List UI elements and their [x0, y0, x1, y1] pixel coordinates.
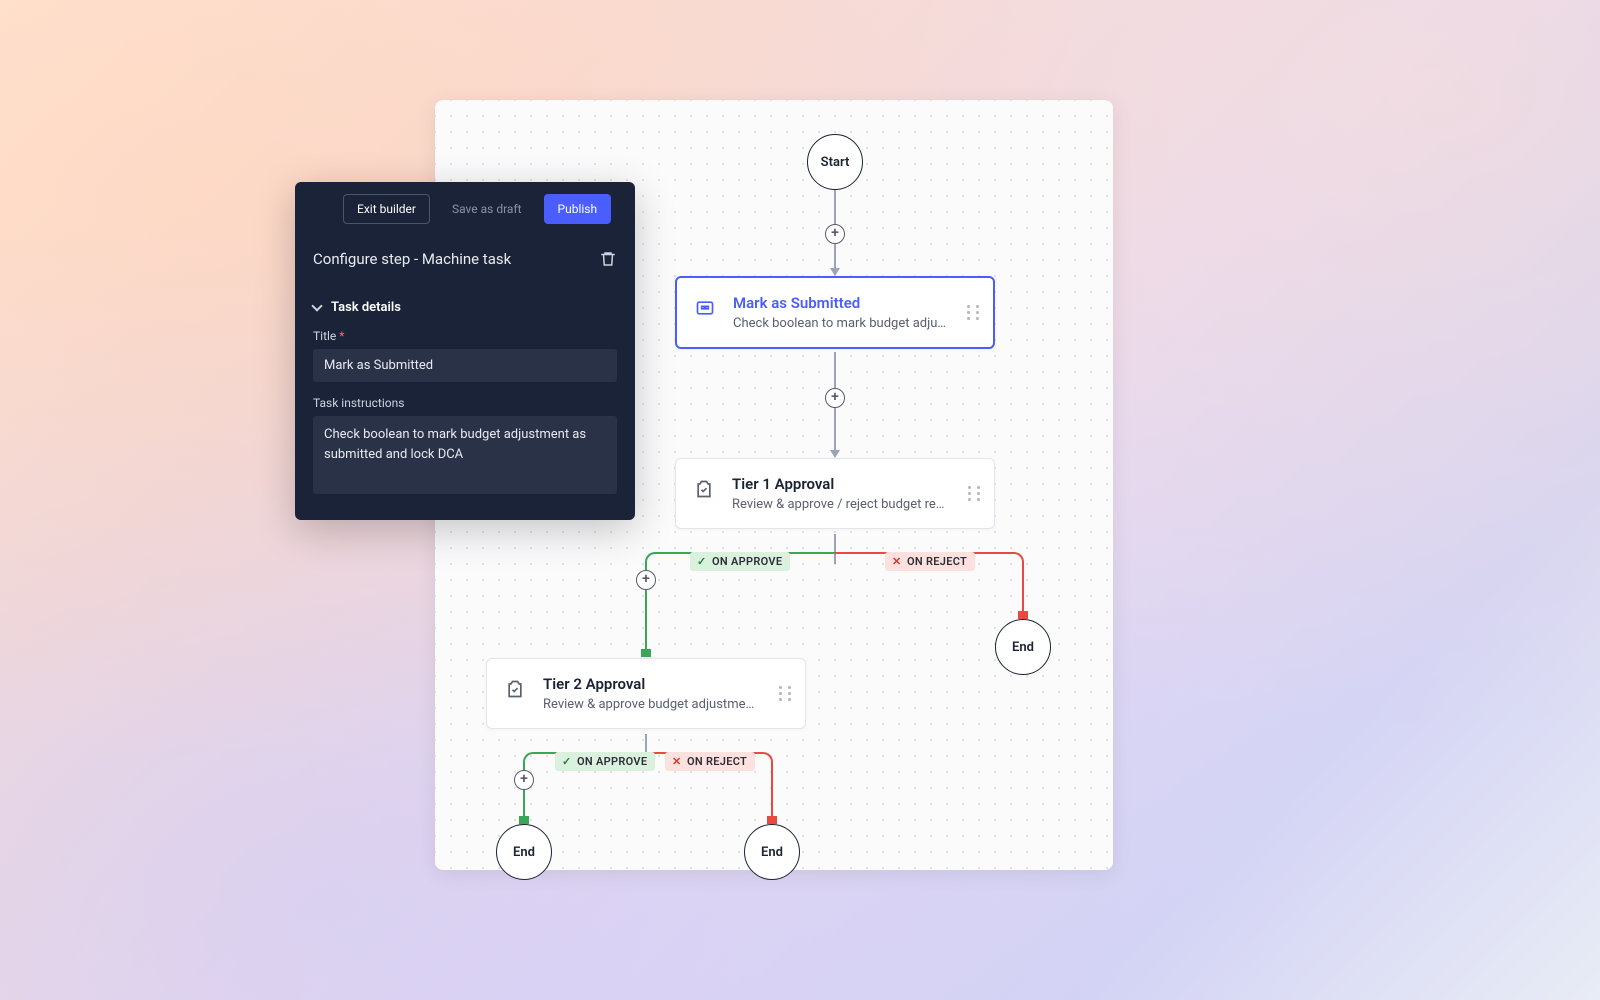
- node-title: Tier 2 Approval: [543, 675, 761, 693]
- end-label: End: [1012, 640, 1034, 655]
- instructions-textarea[interactable]: [313, 416, 617, 494]
- add-step-button[interactable]: [636, 570, 656, 590]
- connector: [645, 734, 647, 754]
- start-label: Start: [821, 155, 850, 170]
- connector-corner: [645, 552, 657, 564]
- publish-button[interactable]: Publish: [544, 194, 612, 224]
- branch-reject-label: ON REJECT: [665, 752, 755, 771]
- task-node-tier1[interactable]: Tier 1 Approval Review & approve / rejec…: [675, 458, 995, 529]
- add-step-button[interactable]: [514, 770, 534, 790]
- panel-title: Configure step - Machine task: [313, 250, 511, 268]
- drag-handle-icon[interactable]: [779, 686, 793, 702]
- task-details-section[interactable]: Task details: [295, 276, 635, 323]
- connector-corner: [1012, 552, 1024, 564]
- exit-builder-button[interactable]: Exit builder: [343, 194, 430, 224]
- task-node-tier2[interactable]: Tier 2 Approval Review & approve budget …: [486, 658, 806, 729]
- add-step-button[interactable]: [825, 388, 845, 408]
- end-node[interactable]: End: [995, 619, 1051, 675]
- arrow-down-icon: [641, 649, 651, 657]
- delete-icon[interactable]: [599, 250, 617, 268]
- end-node[interactable]: End: [496, 824, 552, 880]
- panel-actions: Exit builder Save as draft Publish: [295, 182, 635, 224]
- title-field-label: Title *: [313, 329, 617, 343]
- branch-approve-label: ON APPROVE: [555, 752, 655, 771]
- branch-reject-label: ON REJECT: [885, 552, 975, 571]
- connector: [771, 764, 773, 820]
- machine-task-icon: [695, 298, 715, 318]
- section-label: Task details: [331, 300, 401, 315]
- node-title: Tier 1 Approval: [732, 475, 950, 493]
- connector-corner: [761, 752, 773, 764]
- end-label: End: [513, 845, 535, 860]
- node-subtitle: Check boolean to mark budget adjus...: [733, 316, 949, 331]
- chevron-down-icon: [311, 300, 322, 311]
- start-node[interactable]: Start: [807, 134, 863, 190]
- connector: [834, 534, 836, 564]
- arrow-down-icon: [1018, 611, 1028, 619]
- arrow-down-icon: [830, 268, 840, 276]
- arrow-down-icon: [830, 450, 840, 458]
- drag-handle-icon[interactable]: [968, 486, 982, 502]
- node-title: Mark as Submitted: [733, 294, 949, 312]
- end-node[interactable]: End: [744, 824, 800, 880]
- node-subtitle: Review & approve budget adjustment...: [543, 697, 761, 712]
- configure-step-panel: Exit builder Save as draft Publish Confi…: [295, 182, 635, 520]
- connector: [1022, 564, 1024, 614]
- connector-corner: [523, 752, 535, 764]
- drag-handle-icon[interactable]: [967, 305, 981, 321]
- title-input[interactable]: [313, 349, 617, 382]
- approval-task-icon: [694, 479, 714, 499]
- end-label: End: [761, 845, 783, 860]
- node-subtitle: Review & approve / reject budget req...: [732, 497, 950, 512]
- add-step-button[interactable]: [825, 224, 845, 244]
- arrow-down-icon: [519, 816, 529, 824]
- approval-task-icon: [505, 679, 525, 699]
- task-node-mark-submitted[interactable]: Mark as Submitted Check boolean to mark …: [675, 276, 995, 349]
- instructions-field-label: Task instructions: [313, 396, 617, 410]
- arrow-down-icon: [767, 816, 777, 824]
- save-draft-button[interactable]: Save as draft: [438, 194, 536, 224]
- branch-approve-label: ON APPROVE: [690, 552, 790, 571]
